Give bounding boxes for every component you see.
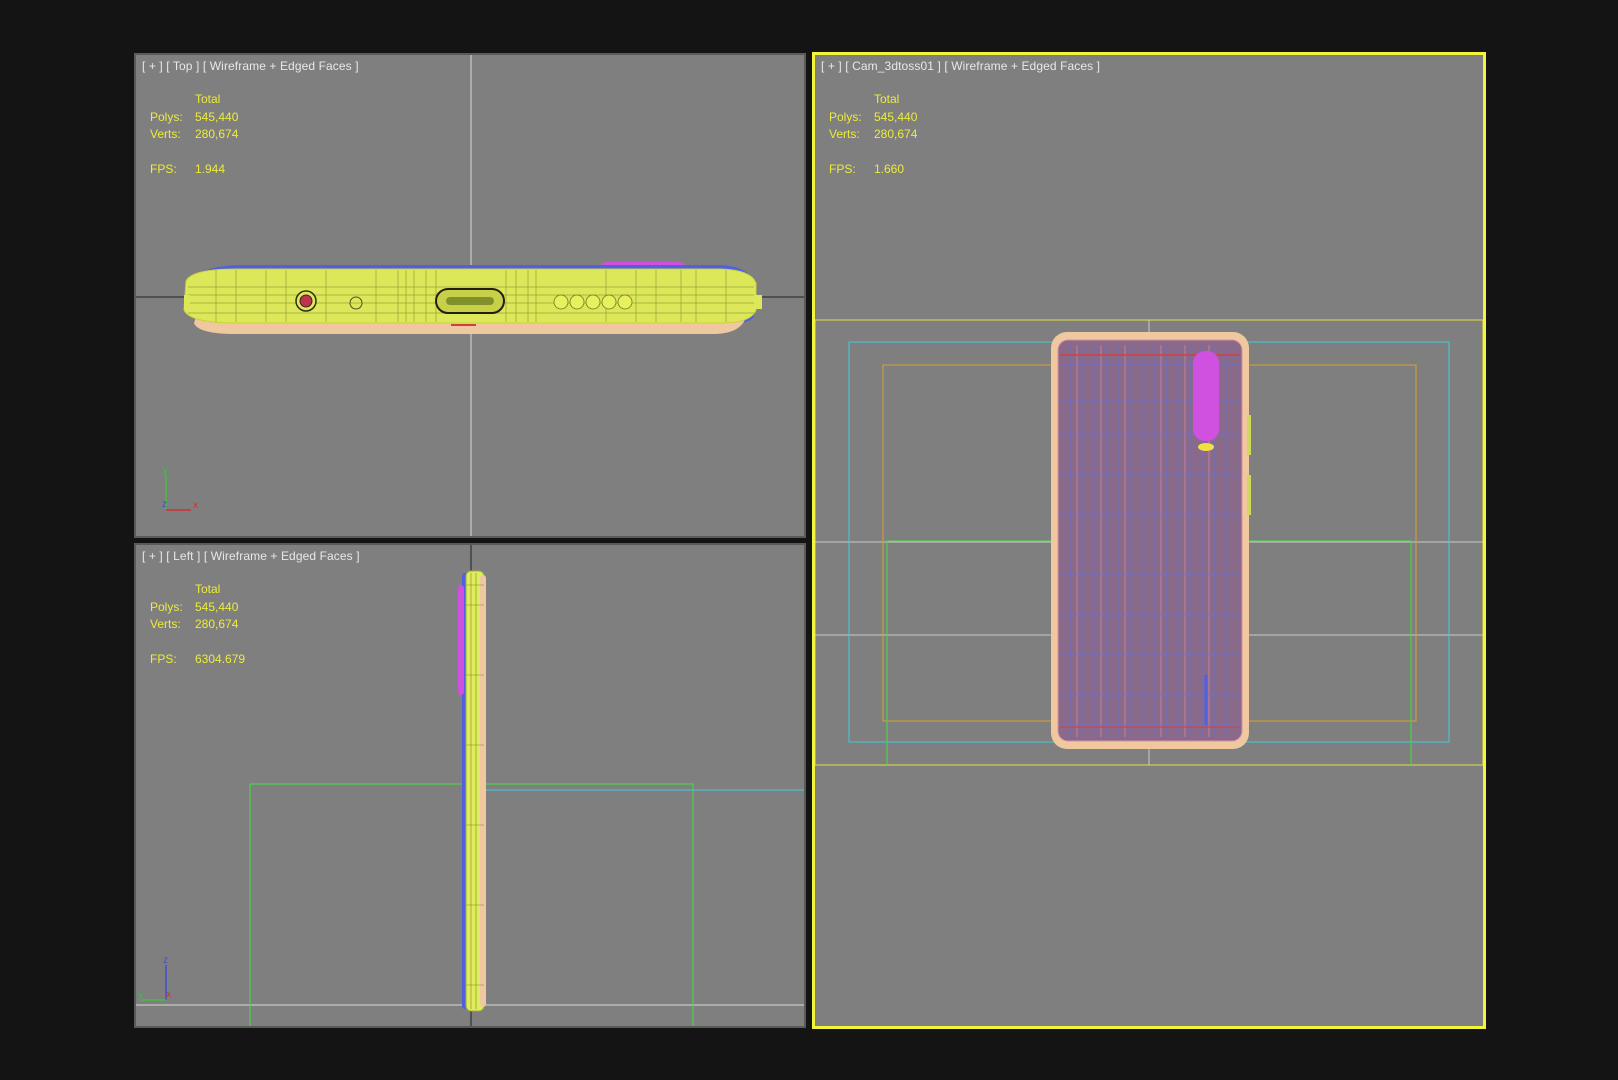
svg-text:z: z bbox=[163, 955, 168, 966]
fps-label: FPS: bbox=[150, 651, 177, 666]
verts-value: 280,674 bbox=[195, 127, 239, 141]
viewport-top[interactable]: y x z [ + ] [ Top ] [ Wireframe + Edged … bbox=[134, 53, 806, 538]
viewport-label[interactable]: [ + ] [ Cam_3dtoss01 ] [ Wireframe + Edg… bbox=[821, 59, 1100, 73]
svg-text:y: y bbox=[138, 990, 143, 1001]
axis-tripod-icon: z x y bbox=[138, 955, 171, 1001]
verts-label: Verts: bbox=[150, 127, 181, 141]
axis-tripod-icon: y x z bbox=[162, 465, 198, 511]
viewport-camera[interactable]: [ + ] [ Cam_3dtoss01 ] [ Wireframe + Edg… bbox=[812, 52, 1486, 1029]
fps-value: 1.944 bbox=[195, 161, 226, 176]
fps-value: 6304.679 bbox=[195, 651, 246, 666]
verts-label: Verts: bbox=[829, 127, 860, 141]
stats-overlay: Total Polys: 545,440 Verts: 280,674 FPS: 1.… bbox=[829, 91, 917, 178]
viewport-label[interactable]: [ + ] [ Left ] [ Wireframe + Edged Faces… bbox=[142, 549, 360, 563]
phone-back-wireframe-icon bbox=[815, 319, 1483, 766]
total-label: Total bbox=[195, 92, 221, 106]
svg-text:y: y bbox=[163, 465, 168, 476]
polys-label: Polys: bbox=[829, 109, 862, 124]
fps-value: 1.660 bbox=[874, 161, 905, 176]
polys-label: Polys: bbox=[150, 109, 183, 124]
polys-value: 545,440 bbox=[874, 109, 918, 124]
viewport-label[interactable]: [ + ] [ Top ] [ Wireframe + Edged Faces … bbox=[142, 59, 359, 73]
verts-value: 280,674 bbox=[195, 617, 239, 631]
svg-text:x: x bbox=[193, 500, 198, 511]
polys-value: 545,440 bbox=[195, 599, 239, 614]
total-label: Total bbox=[874, 92, 900, 106]
verts-value: 280,674 bbox=[874, 127, 918, 141]
viewport-left[interactable]: z x y [ + ] [ Left ] [ Wireframe + Edged… bbox=[134, 543, 806, 1028]
fps-label: FPS: bbox=[829, 161, 856, 176]
fps-label: FPS: bbox=[150, 161, 177, 176]
stats-overlay: Total Polys: 545,440 Verts: 280,674 FPS: 1.… bbox=[150, 91, 238, 178]
polys-value: 545,440 bbox=[195, 109, 239, 124]
svg-text:x: x bbox=[166, 989, 171, 1000]
total-label: Total bbox=[195, 582, 221, 596]
stats-overlay: Total Polys: 545,440 Verts: 280,674 FPS: 63… bbox=[150, 581, 245, 668]
verts-label: Verts: bbox=[150, 617, 181, 631]
polys-label: Polys: bbox=[150, 599, 183, 614]
svg-text:z: z bbox=[162, 499, 167, 510]
